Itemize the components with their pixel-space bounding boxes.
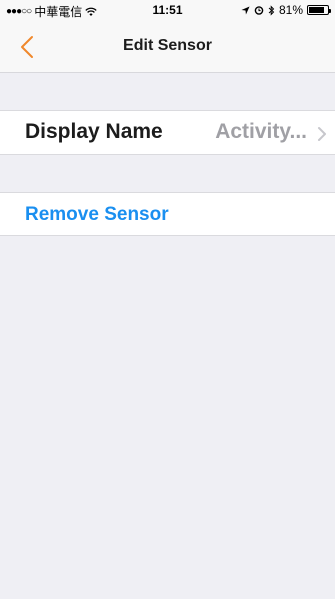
navigation-bar: Edit Sensor	[0, 20, 335, 73]
remove-sensor-button[interactable]: Remove Sensor	[0, 192, 335, 236]
battery-icon	[307, 5, 331, 15]
status-bar: ●●●○○ 中華電信 11:51 81%	[0, 0, 335, 20]
location-arrow-icon	[241, 5, 250, 15]
display-name-label: Display Name	[25, 120, 163, 143]
alarm-icon	[254, 6, 264, 15]
section-spacer	[0, 74, 335, 110]
status-right: 81%	[241, 3, 331, 17]
section-spacer	[0, 155, 335, 191]
remove-sensor-label: Remove Sensor	[25, 204, 169, 225]
bluetooth-icon	[268, 4, 275, 16]
battery-fill	[309, 7, 324, 13]
page-title: Edit Sensor	[123, 37, 212, 54]
display-name-row[interactable]: Display Name Activity...	[0, 110, 335, 155]
battery-percent: 81%	[278, 3, 303, 17]
chevron-right-icon	[318, 127, 326, 141]
display-name-value: Activity...	[215, 120, 307, 143]
